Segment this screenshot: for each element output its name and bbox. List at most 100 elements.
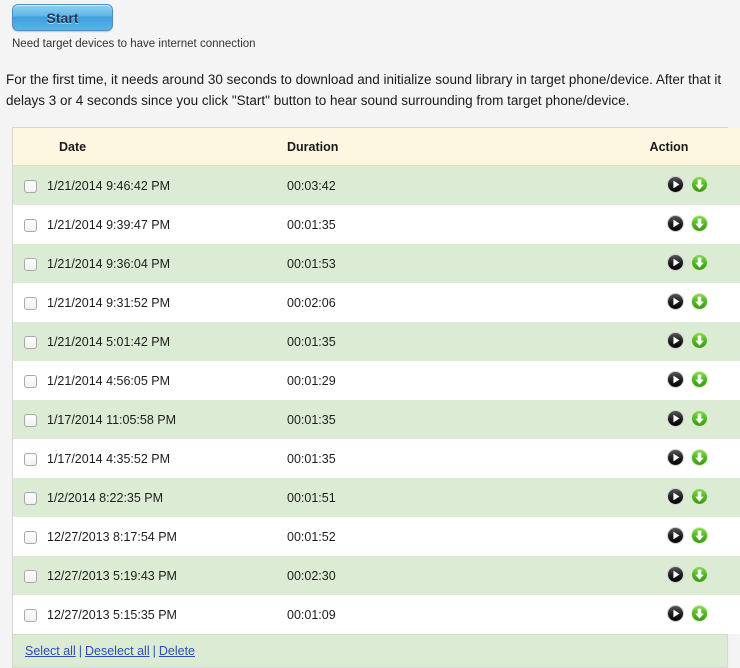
play-icon[interactable] [666, 565, 684, 583]
play-icon[interactable] [666, 331, 684, 349]
play-icon[interactable] [666, 448, 684, 466]
row-duration: 00:01:35 [287, 322, 597, 361]
row-action-group [666, 409, 708, 427]
row-date: 1/21/2014 4:56:05 PM [47, 361, 287, 400]
row-action-cell [597, 595, 740, 634]
row-action-group [666, 487, 708, 505]
table-row: 1/21/2014 9:46:42 PM 00:03:42 [13, 165, 740, 205]
row-select-cell [13, 556, 47, 595]
row-checkbox[interactable] [23, 335, 37, 349]
download-icon[interactable] [690, 565, 708, 583]
row-select-cell [13, 283, 47, 322]
row-select-cell [13, 595, 47, 634]
row-action-group [666, 253, 708, 271]
table-row: 12/27/2013 8:17:54 PM 00:01:52 [13, 517, 740, 556]
download-icon[interactable] [690, 409, 708, 427]
row-checkbox[interactable] [23, 491, 37, 505]
download-icon[interactable] [690, 370, 708, 388]
table-row: 1/21/2014 9:39:47 PM 00:01:35 [13, 205, 740, 244]
download-icon[interactable] [690, 448, 708, 466]
start-button[interactable]: Start [12, 4, 113, 31]
row-select-cell [13, 478, 47, 517]
play-icon[interactable] [666, 487, 684, 505]
row-select-cell [13, 517, 47, 556]
table-row: 1/17/2014 4:35:52 PM 00:01:35 [13, 439, 740, 478]
play-icon[interactable] [666, 214, 684, 232]
row-action-group [666, 526, 708, 544]
row-duration: 00:01:09 [287, 595, 597, 634]
download-icon[interactable] [690, 331, 708, 349]
row-action-group [666, 292, 708, 310]
play-icon[interactable] [666, 292, 684, 310]
row-checkbox[interactable] [23, 452, 37, 466]
row-action-group [666, 175, 708, 193]
recordings-table-container: Date Duration Action 1/21/2014 9:46:42 P… [12, 127, 740, 668]
row-checkbox[interactable] [23, 608, 37, 622]
row-duration: 00:02:30 [287, 556, 597, 595]
row-checkbox[interactable] [23, 413, 37, 427]
row-select-cell [13, 439, 47, 478]
row-checkbox[interactable] [23, 530, 37, 544]
play-icon[interactable] [666, 604, 684, 622]
row-select-cell [13, 244, 47, 283]
download-icon[interactable] [690, 175, 708, 193]
play-icon[interactable] [666, 526, 684, 544]
play-icon[interactable] [666, 253, 684, 271]
row-checkbox[interactable] [23, 218, 37, 232]
download-icon[interactable] [690, 526, 708, 544]
download-icon[interactable] [690, 487, 708, 505]
row-checkbox[interactable] [23, 257, 37, 271]
column-header-action: Action [597, 128, 740, 166]
row-duration: 00:01:51 [287, 478, 597, 517]
download-icon[interactable] [690, 292, 708, 310]
row-date: 1/21/2014 9:46:42 PM [47, 165, 287, 205]
delete-link[interactable]: Delete [159, 644, 195, 658]
row-select-cell [13, 205, 47, 244]
download-icon[interactable] [690, 214, 708, 232]
row-duration: 00:01:29 [287, 361, 597, 400]
intro-paragraph: For the first time, it needs around 30 s… [6, 72, 722, 108]
row-date: 1/17/2014 4:35:52 PM [47, 439, 287, 478]
select-all-link[interactable]: Select all [25, 644, 76, 658]
row-duration: 00:01:52 [287, 517, 597, 556]
table-row: 12/27/2013 5:15:35 PM 00:01:09 [13, 595, 740, 634]
row-action-group [666, 370, 708, 388]
row-date: 12/27/2013 5:19:43 PM [47, 556, 287, 595]
row-select-cell [13, 400, 47, 439]
row-date: 12/27/2013 5:15:35 PM [47, 595, 287, 634]
row-date: 1/2/2014 8:22:35 PM [47, 478, 287, 517]
row-checkbox[interactable] [23, 179, 37, 193]
download-icon[interactable] [690, 604, 708, 622]
top-control-area: Start Need target devices to have intern… [0, 0, 740, 51]
table-row: 1/21/2014 9:31:52 PM 00:02:06 [13, 283, 740, 322]
deselect-all-link[interactable]: Deselect all [85, 644, 150, 658]
column-header-duration: Duration [287, 128, 597, 166]
row-checkbox[interactable] [23, 296, 37, 310]
footer-separator-1: | [78, 644, 82, 658]
play-icon[interactable] [666, 409, 684, 427]
play-icon[interactable] [666, 370, 684, 388]
play-icon[interactable] [666, 175, 684, 193]
download-icon[interactable] [690, 253, 708, 271]
row-action-group [666, 565, 708, 583]
row-duration: 00:01:35 [287, 439, 597, 478]
row-checkbox[interactable] [23, 374, 37, 388]
row-action-cell [597, 478, 740, 517]
row-action-cell [597, 517, 740, 556]
row-action-cell [597, 400, 740, 439]
row-date: 1/21/2014 9:31:52 PM [47, 283, 287, 322]
row-duration: 00:01:35 [287, 400, 597, 439]
row-select-cell [13, 322, 47, 361]
row-action-cell [597, 556, 740, 595]
row-action-group [666, 448, 708, 466]
column-header-date: Date [47, 128, 287, 166]
row-checkbox[interactable] [23, 569, 37, 583]
row-action-cell [597, 439, 740, 478]
table-row: 1/17/2014 11:05:58 PM 00:01:35 [13, 400, 740, 439]
row-action-cell [597, 361, 740, 400]
recordings-table: Date Duration Action 1/21/2014 9:46:42 P… [13, 128, 740, 634]
table-row: 1/21/2014 9:36:04 PM 00:01:53 [13, 244, 740, 283]
row-date: 1/17/2014 11:05:58 PM [47, 400, 287, 439]
table-header-row: Date Duration Action [13, 128, 740, 166]
row-select-cell [13, 361, 47, 400]
